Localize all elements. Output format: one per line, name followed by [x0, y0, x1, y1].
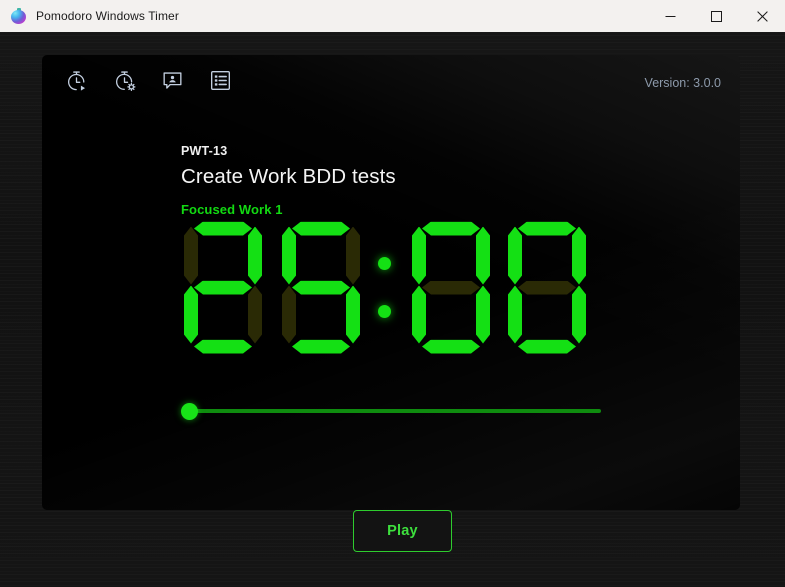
maximize-button[interactable] [693, 0, 739, 32]
segment-e [282, 286, 296, 344]
segment-c [476, 286, 490, 344]
segment-g [194, 281, 252, 295]
task-info: PWT-13 Create Work BDD tests Focused Wor… [181, 144, 396, 217]
window-controls [647, 0, 785, 32]
window-body: Version: 3.0.0 PWT-13 Create Work BDD te… [0, 32, 785, 587]
segment-e [184, 286, 198, 344]
timer-digit-tens-seconds [409, 220, 493, 356]
progress-slider[interactable] [181, 400, 601, 422]
timer-colon [375, 220, 395, 356]
person-message-icon [161, 69, 184, 92]
timer-digit-ones-minutes [279, 220, 363, 356]
segment-b [572, 227, 586, 285]
segment-d [292, 340, 350, 354]
stopwatch-gear-icon [113, 69, 136, 92]
timer-display [181, 215, 601, 360]
segment-a [292, 222, 350, 236]
segment-b [476, 227, 490, 285]
timer-digit-ones-seconds [505, 220, 589, 356]
colon-dot-top [378, 256, 391, 270]
segment-g [292, 281, 350, 295]
timer-start-button[interactable] [64, 68, 89, 93]
segment-e [508, 286, 522, 344]
list-square-icon [209, 69, 232, 92]
stopwatch-play-icon [65, 69, 88, 92]
segment-f [508, 227, 522, 285]
segment-g [422, 281, 480, 295]
play-button-label: Play [387, 523, 418, 539]
play-button[interactable]: Play [353, 510, 452, 552]
title-bar: Pomodoro Windows Timer [0, 0, 785, 32]
segment-a [422, 222, 480, 236]
segment-c [572, 286, 586, 344]
segment-b [346, 227, 360, 285]
segment-d [518, 340, 576, 354]
task-id: PWT-13 [181, 144, 228, 158]
pomodoro-tomato-icon [11, 8, 27, 24]
segment-c [346, 286, 360, 344]
pomodoro-timer-window: Pomodoro Windows Timer Version: 3.0.0 PW… [0, 0, 785, 587]
version-label: Version: 3.0.0 [644, 76, 721, 90]
tomato-body-icon [11, 10, 26, 24]
segment-c [248, 286, 262, 344]
segment-f [282, 227, 296, 285]
segment-a [518, 222, 576, 236]
segment-a [194, 222, 252, 236]
timer-settings-button[interactable] [112, 68, 137, 93]
slider-thumb[interactable] [181, 403, 198, 420]
colon-dot-bottom [378, 304, 391, 318]
segment-f [412, 227, 426, 285]
timer-digit-tens-minutes [181, 220, 265, 356]
minimize-button[interactable] [647, 0, 693, 32]
log-button[interactable] [208, 68, 233, 93]
segment-g [518, 281, 576, 295]
segment-b [248, 227, 262, 285]
segment-e [412, 286, 426, 344]
window-title: Pomodoro Windows Timer [36, 9, 179, 23]
task-title: Create Work BDD tests [181, 165, 396, 188]
segment-f [184, 227, 198, 285]
slider-track[interactable] [190, 409, 601, 413]
toolbar [64, 68, 233, 93]
feedback-button[interactable] [160, 68, 185, 93]
segment-d [422, 340, 480, 354]
close-button[interactable] [739, 0, 785, 32]
lcd-panel: Version: 3.0.0 PWT-13 Create Work BDD te… [42, 55, 740, 510]
segment-d [194, 340, 252, 354]
